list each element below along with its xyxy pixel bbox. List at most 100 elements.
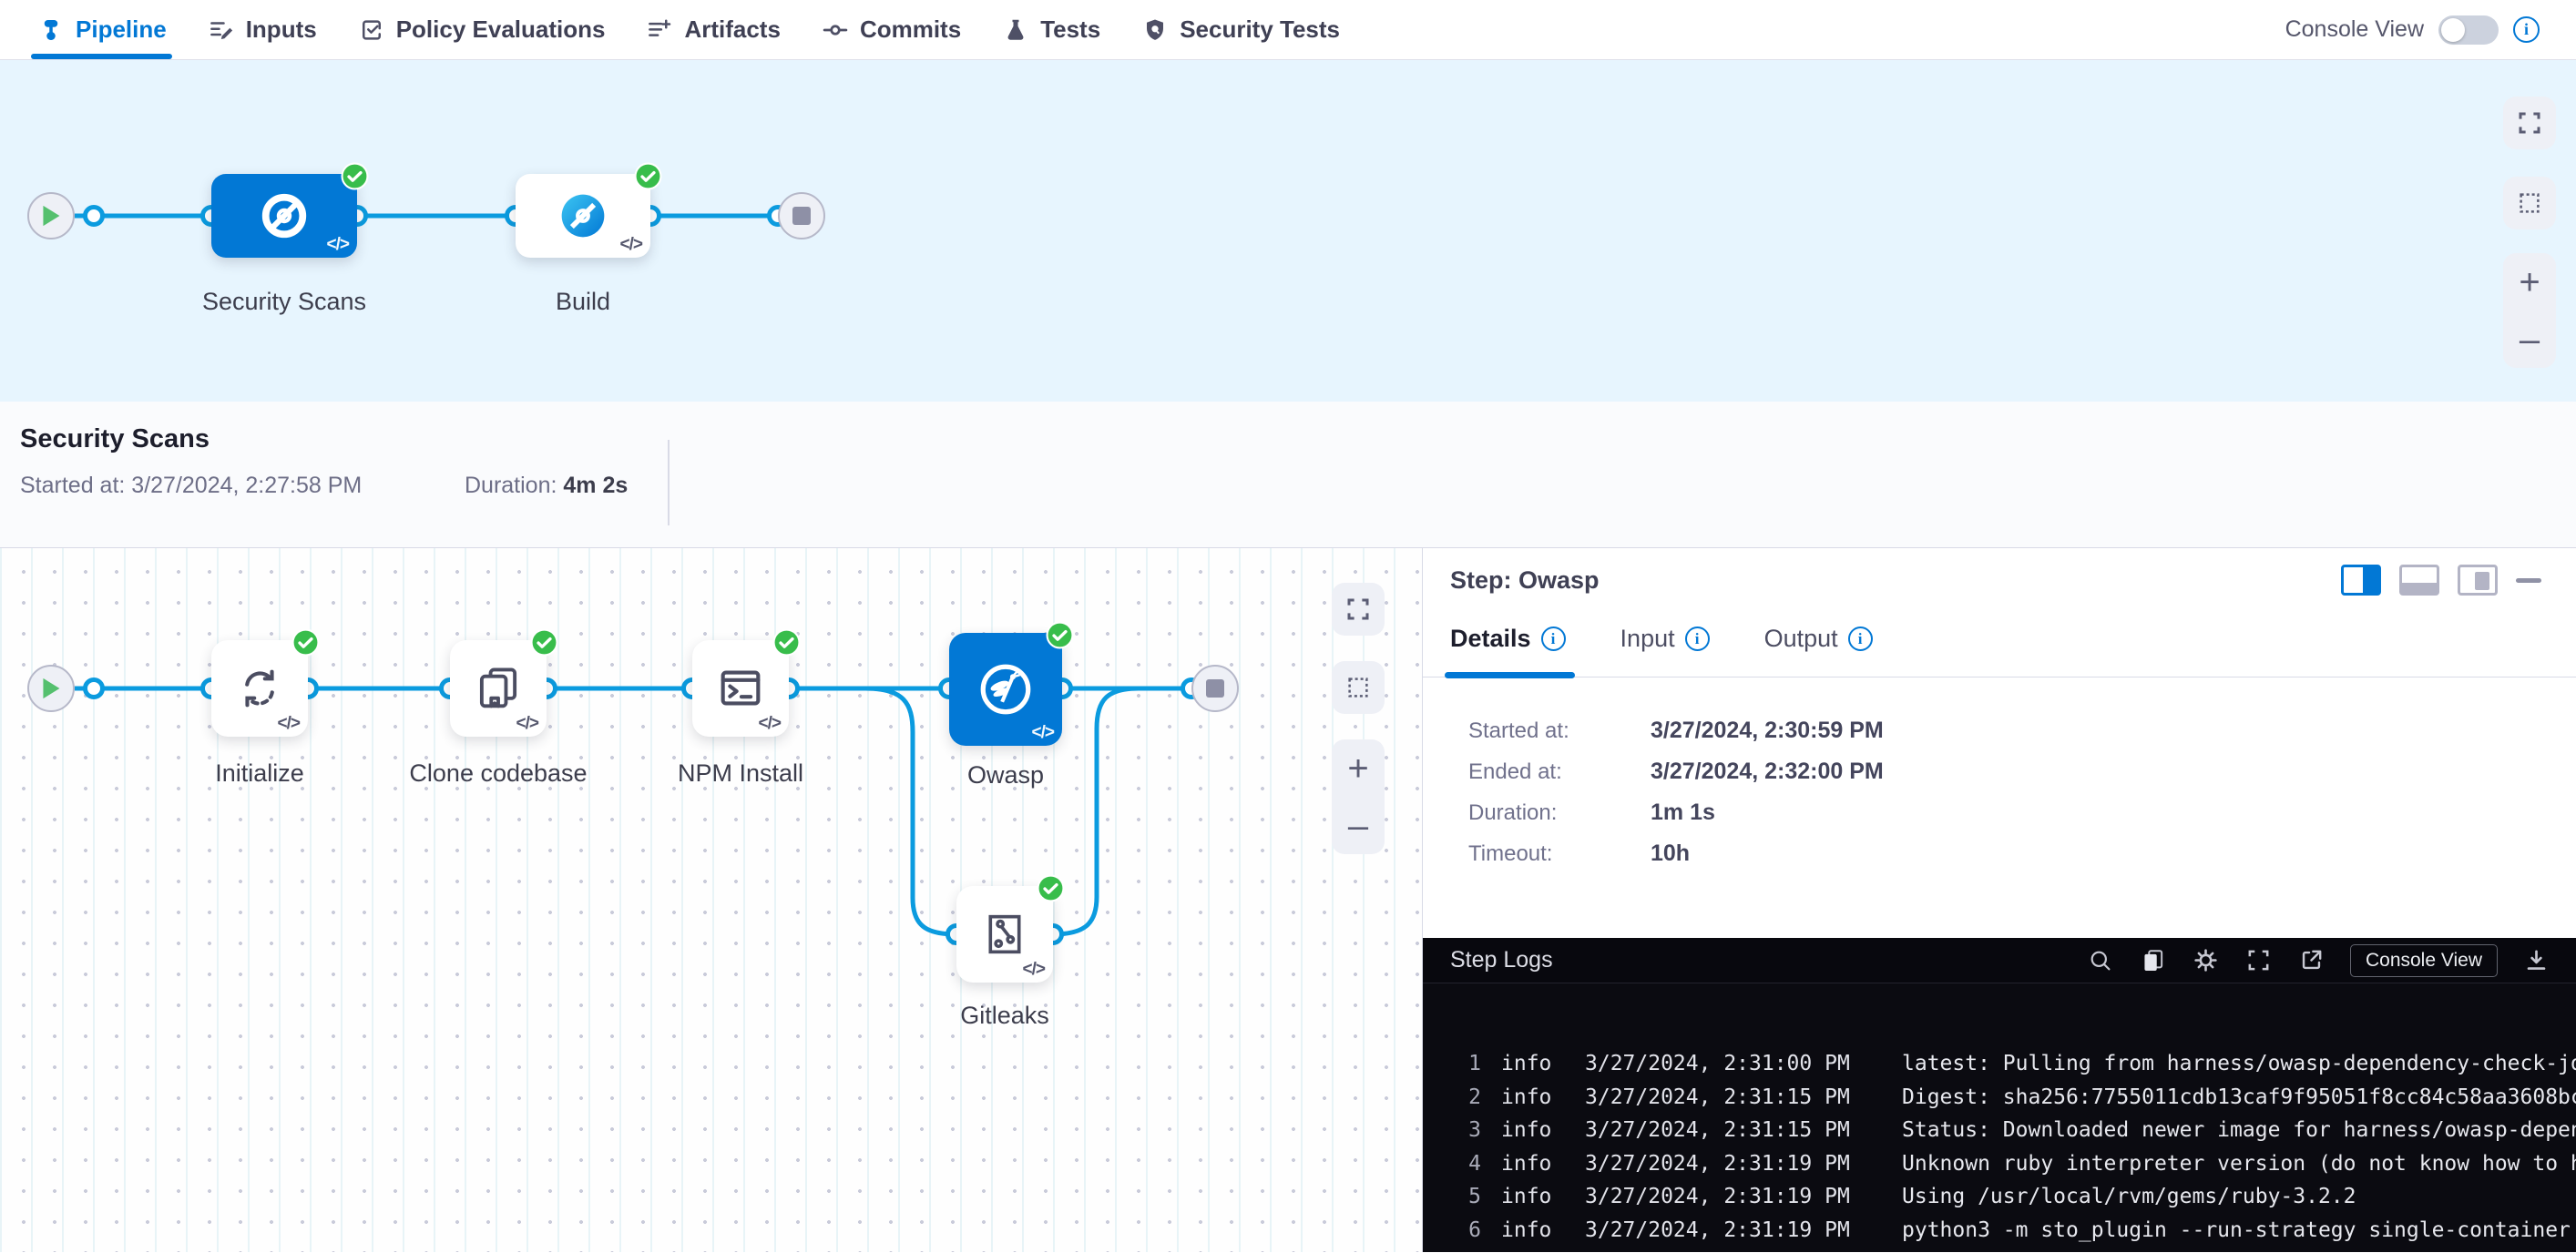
download-icon[interactable] [2522, 946, 2550, 974]
info-icon[interactable]: i [1685, 626, 1710, 651]
stop-icon [792, 207, 811, 225]
log-level: info [1501, 1081, 1567, 1115]
log-timestamp: 3/27/2024, 2:31:15 PM [1585, 1081, 1887, 1115]
logs-actions: Console View [2086, 944, 2550, 977]
detail-value: 3/27/2024, 2:32:00 PM [1651, 759, 1884, 785]
log-line: 2 info 3/27/2024, 2:31:15 PM Digest: sha… [1446, 1081, 2576, 1115]
lower-area: </> Initialize </> C [0, 548, 2576, 1252]
tab-policy-evaluations[interactable]: Policy Evaluations [357, 0, 606, 59]
layout-split-right-icon[interactable] [2341, 565, 2381, 596]
pipeline-execution-page: Pipeline Inputs Policy Evaluations Artif… [0, 0, 2576, 1253]
owasp-icon [976, 659, 1036, 719]
zoom-in-button[interactable]: + [1347, 750, 1368, 787]
tab-output[interactable]: Output i [1764, 625, 1873, 653]
code-badge: </> [759, 714, 781, 734]
divider [668, 440, 670, 525]
fullscreen-button[interactable] [1332, 583, 1385, 636]
detail-value: 3/27/2024, 2:30:59 PM [1651, 718, 1884, 744]
detail-label: Started at: [1468, 718, 1651, 744]
initialize-icon [233, 662, 286, 715]
detail-row: Ended at: 3/27/2024, 2:32:00 PM [1468, 759, 2576, 785]
marquee-select-button[interactable] [2503, 177, 2556, 229]
tab-pipeline[interactable]: Pipeline [36, 0, 167, 59]
step-node-owasp[interactable]: </> [949, 633, 1062, 746]
minimize-panel-button[interactable] [2516, 578, 2541, 583]
step-logs-section: Step Logs [1423, 938, 2576, 1252]
step-label: Gitleaks [868, 1002, 1141, 1030]
log-line-number: 3 [1446, 1114, 1481, 1147]
console-view-button[interactable]: Console View [2350, 944, 2498, 977]
code-badge: </> [516, 714, 538, 734]
nav-tab-label: Inputs [246, 15, 317, 44]
layout-floating-icon[interactable] [2458, 565, 2498, 596]
clone-codebase-icon [472, 662, 525, 715]
stop-icon [1206, 679, 1224, 698]
fullscreen-icon[interactable] [2244, 946, 2273, 974]
tab-security-tests[interactable]: Security Tests [1140, 0, 1340, 59]
zoom-in-button[interactable]: + [2519, 264, 2540, 301]
log-message: Using /usr/local/rvm/gems/ruby-3.2.2 [1902, 1180, 2356, 1214]
step-node-npm-install[interactable]: </> [692, 640, 789, 737]
step-panel-title: Step: Owasp [1450, 566, 1600, 595]
log-level: info [1501, 1047, 1567, 1081]
zoom-out-button[interactable]: – [2520, 321, 2540, 358]
step-label: NPM Install [604, 759, 877, 788]
tab-input[interactable]: Input i [1620, 625, 1710, 653]
detail-value: 10h [1651, 840, 1690, 867]
artifacts-icon [645, 15, 674, 45]
code-badge: </> [327, 235, 349, 255]
log-line: 5 info 3/27/2024, 2:31:19 PM Using /usr/… [1446, 1180, 2576, 1214]
info-icon[interactable]: i [2513, 16, 2540, 43]
stage-node-security-scans[interactable]: </> [211, 174, 357, 258]
tab-details[interactable]: Details i [1450, 625, 1566, 653]
fullscreen-button[interactable] [2503, 97, 2556, 149]
console-view-toggle[interactable] [2438, 15, 2499, 45]
step-details-panel: Step: Owasp Details i Input i [1423, 548, 2576, 1252]
tab-artifacts[interactable]: Artifacts [645, 0, 780, 59]
success-check-icon [530, 628, 558, 657]
log-line-number: 1 [1446, 1047, 1481, 1081]
tab-inputs[interactable]: Inputs [207, 0, 317, 59]
success-check-icon [341, 162, 369, 190]
step-node-clone-codebase[interactable]: </> [450, 640, 547, 737]
open-in-new-icon[interactable] [2297, 946, 2326, 974]
log-timestamp: 3/27/2024, 2:31:19 PM [1585, 1214, 1887, 1248]
zoom-controls: + – [1332, 739, 1385, 854]
info-icon[interactable]: i [1541, 626, 1566, 651]
step-details-list: Started at: 3/27/2024, 2:30:59 PM Ended … [1423, 677, 2576, 881]
log-level: info [1501, 1114, 1567, 1147]
step-node-gitleaks[interactable]: </> [956, 886, 1053, 983]
tab-tests[interactable]: Tests [1001, 0, 1100, 59]
code-badge: </> [1032, 723, 1054, 743]
nav-tab-label: Pipeline [76, 15, 167, 44]
detail-row: Duration: 1m 1s [1468, 800, 2576, 826]
security-scan-icon [258, 189, 311, 242]
log-timestamp: 3/27/2024, 2:31:00 PM [1585, 1047, 1887, 1081]
marquee-select-button[interactable] [1332, 661, 1385, 714]
stage-node-build[interactable]: </> [516, 174, 650, 258]
search-icon[interactable] [2086, 946, 2114, 974]
log-line-number: 2 [1446, 1081, 1481, 1115]
nav-tab-label: Security Tests [1180, 15, 1340, 44]
layout-split-bottom-icon[interactable] [2399, 565, 2439, 596]
tab-commits[interactable]: Commits [821, 0, 961, 59]
duration-label: Duration: [465, 473, 557, 498]
log-level: info [1501, 1147, 1567, 1181]
panel-layout-controls [2341, 565, 2541, 596]
success-check-icon [772, 628, 801, 657]
detail-row: Timeout: 10h [1468, 840, 2576, 867]
log-level: info [1501, 1214, 1567, 1248]
zoom-out-button[interactable]: – [1348, 808, 1368, 844]
nav-tabs: Pipeline Inputs Policy Evaluations Artif… [36, 0, 1340, 59]
log-message: latest: Pulling from harness/owasp-depen… [1902, 1047, 2576, 1081]
log-line: 4 info 3/27/2024, 2:31:19 PM Unknown rub… [1446, 1147, 2576, 1181]
success-check-icon [634, 162, 662, 190]
settings-gear-icon[interactable] [2192, 946, 2220, 974]
copy-icon[interactable] [2139, 946, 2167, 974]
code-badge: </> [278, 714, 300, 734]
nav-tab-label: Commits [860, 15, 961, 44]
step-node-initialize[interactable]: </> [211, 640, 308, 737]
info-icon[interactable]: i [1848, 626, 1873, 651]
stage-label: Security Scans [148, 288, 421, 316]
stage-header: Security Scans Started at: 3/27/2024, 2:… [0, 402, 2576, 548]
